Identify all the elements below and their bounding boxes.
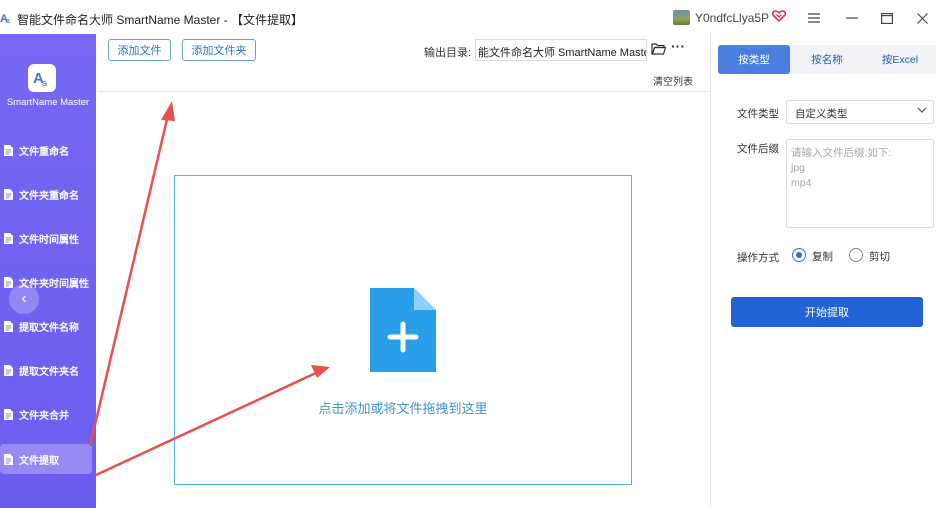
start-extract-button[interactable]: 开始提取: [731, 297, 923, 327]
tab-by-excel[interactable]: 按Excel: [864, 45, 936, 74]
hamburger-icon[interactable]: [804, 8, 824, 28]
cut-radio-label[interactable]: 剪切: [869, 249, 890, 264]
sidebar: A a SmartName Master 文件重命名 文件夹重命名 文件时间属性…: [0, 34, 96, 508]
svg-text:a: a: [42, 78, 47, 88]
window-title: 智能文件命名大师 SmartName Master - 【文件提取】: [17, 13, 304, 27]
sidebar-item-file-time[interactable]: 文件时间属性: [0, 223, 92, 253]
output-dir-field[interactable]: 能文件命名大师 SmartName Master: [475, 39, 647, 61]
svg-text:a: a: [6, 18, 10, 24]
sidebar-brand: SmartName Master: [6, 97, 90, 108]
sidebar-collapse-button[interactable]: ‹: [9, 284, 39, 314]
copy-radio-label[interactable]: 复制: [812, 249, 833, 264]
sidebar-item-label: 提取文件名称: [19, 322, 79, 334]
folder-open-icon[interactable]: [651, 42, 666, 56]
document-icon: [4, 144, 13, 156]
toolbar-divider: [98, 91, 710, 92]
tab-by-type[interactable]: 按类型: [718, 45, 790, 74]
sidebar-item-extract-filenames[interactable]: 提取文件名称: [0, 311, 92, 341]
suffix-label: 文件后缀: [737, 143, 779, 155]
document-icon: [4, 364, 13, 376]
clear-list-link[interactable]: 清空列表: [653, 73, 693, 88]
sidebar-item-file-extract[interactable]: 文件提取: [0, 444, 92, 474]
document-icon: [4, 188, 13, 200]
add-file-icon: [370, 288, 436, 372]
suffix-input[interactable]: 请输入文件后缀,如下: jpg mp4: [786, 139, 934, 228]
more-options-icon[interactable]: ···: [671, 38, 685, 54]
minimize-icon[interactable]: [842, 8, 862, 28]
annotation-arrow-to-toolbar: [88, 101, 175, 447]
file-type-value: 自定义类型: [795, 108, 848, 120]
sidebar-logo-icon: A a: [28, 64, 56, 92]
maximize-icon[interactable]: [877, 8, 897, 28]
sidebar-item-extract-foldernames[interactable]: 提取文件夹名: [0, 355, 92, 385]
drop-zone-hint: 点击添加或将文件拖拽到这里: [318, 401, 488, 416]
file-type-select[interactable]: 自定义类型: [786, 100, 934, 124]
sidebar-item-label: 文件夹合并: [19, 410, 69, 422]
cut-radio[interactable]: [849, 248, 863, 262]
chevron-down-icon: [917, 107, 927, 113]
chevron-left-icon: ‹: [21, 290, 27, 307]
add-file-button[interactable]: 添加文件: [108, 39, 171, 61]
sidebar-item-label: 文件重命名: [19, 146, 69, 158]
username[interactable]: Y0ndfcLlya5P: [695, 11, 769, 25]
tab-by-name[interactable]: 按名称: [790, 45, 864, 74]
document-icon: [4, 408, 13, 420]
document-icon: [4, 232, 13, 244]
vip-heart-icon[interactable]: [772, 9, 786, 23]
sidebar-item-file-rename[interactable]: 文件重命名: [0, 135, 92, 165]
mode-tabs: 按类型 按名称 按Excel: [718, 45, 936, 74]
document-icon: [4, 320, 13, 332]
file-drop-zone[interactable]: 点击添加或将文件拖拽到这里: [174, 175, 632, 485]
sidebar-item-label: 提取文件夹名: [19, 366, 79, 378]
document-icon: [4, 276, 13, 288]
copy-radio[interactable]: [792, 248, 806, 262]
right-panel-divider: [710, 34, 711, 508]
operation-label: 操作方式: [737, 252, 779, 264]
close-icon[interactable]: [912, 8, 932, 28]
avatar[interactable]: [673, 10, 690, 25]
document-icon: [4, 453, 13, 465]
app-logo-icon: A a: [0, 13, 10, 24]
title-bar: A a 智能文件命名大师 SmartName Master - 【文件提取】 Y…: [0, 0, 937, 36]
sidebar-item-label: 文件夹重命名: [19, 190, 79, 202]
add-folder-button[interactable]: 添加文件夹: [182, 39, 256, 61]
sidebar-item-label: 文件时间属性: [19, 234, 79, 246]
sidebar-item-label: 文件提取: [19, 455, 59, 467]
output-dir-label: 输出目录:: [424, 47, 472, 59]
sidebar-item-folder-rename[interactable]: 文件夹重命名: [0, 179, 92, 209]
sidebar-item-folder-merge[interactable]: 文件夹合并: [0, 399, 92, 429]
file-type-label: 文件类型: [737, 108, 779, 120]
